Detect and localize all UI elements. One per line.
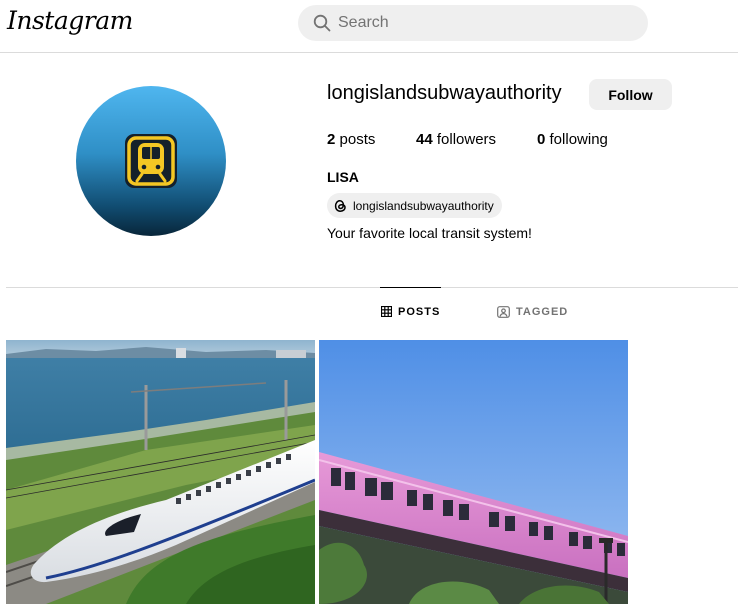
bullet-train-image bbox=[6, 340, 315, 604]
posts-count-value: 2 bbox=[327, 131, 336, 148]
top-bar: Instagram bbox=[0, 0, 738, 53]
tagged-icon bbox=[497, 306, 510, 318]
tab-posts-label: POSTS bbox=[398, 305, 441, 318]
posts-count-label: posts bbox=[339, 131, 376, 148]
profile-bio: Your favorite local transit system! bbox=[327, 225, 532, 241]
threads-link[interactable]: longislandsubwayauthority bbox=[327, 193, 502, 218]
follow-button[interactable]: Follow bbox=[589, 79, 672, 110]
tab-tagged-label: TAGGED bbox=[516, 306, 569, 318]
grid-icon bbox=[381, 306, 392, 317]
pink-train-image bbox=[319, 340, 628, 604]
subway-train-icon bbox=[125, 134, 177, 188]
threads-handle: longislandsubwayauthority bbox=[353, 198, 494, 213]
instagram-logo[interactable]: Instagram bbox=[7, 6, 133, 35]
followers-count[interactable]: 44 followers bbox=[416, 131, 496, 148]
post-thumbnail-bullet-train[interactable] bbox=[6, 340, 315, 604]
profile-username: longislandsubwayauthority bbox=[327, 82, 562, 104]
profile-full-name: LISA bbox=[327, 169, 359, 185]
following-count[interactable]: 0 following bbox=[537, 131, 608, 148]
threads-icon bbox=[334, 199, 346, 212]
tabs-divider bbox=[6, 287, 738, 288]
search-input[interactable] bbox=[338, 5, 628, 41]
followers-count-label: followers bbox=[436, 131, 497, 148]
search-icon bbox=[313, 14, 331, 32]
search-box[interactable] bbox=[298, 5, 648, 41]
followers-count-value: 44 bbox=[416, 131, 433, 148]
post-thumbnail-pink-train[interactable] bbox=[319, 340, 628, 604]
tab-posts[interactable]: POSTS bbox=[380, 287, 442, 335]
following-count-value: 0 bbox=[537, 131, 546, 148]
posts-count: 2 posts bbox=[327, 131, 375, 148]
following-count-label: following bbox=[549, 131, 608, 148]
profile-avatar[interactable] bbox=[76, 86, 226, 236]
tab-tagged[interactable]: TAGGED bbox=[497, 288, 568, 336]
